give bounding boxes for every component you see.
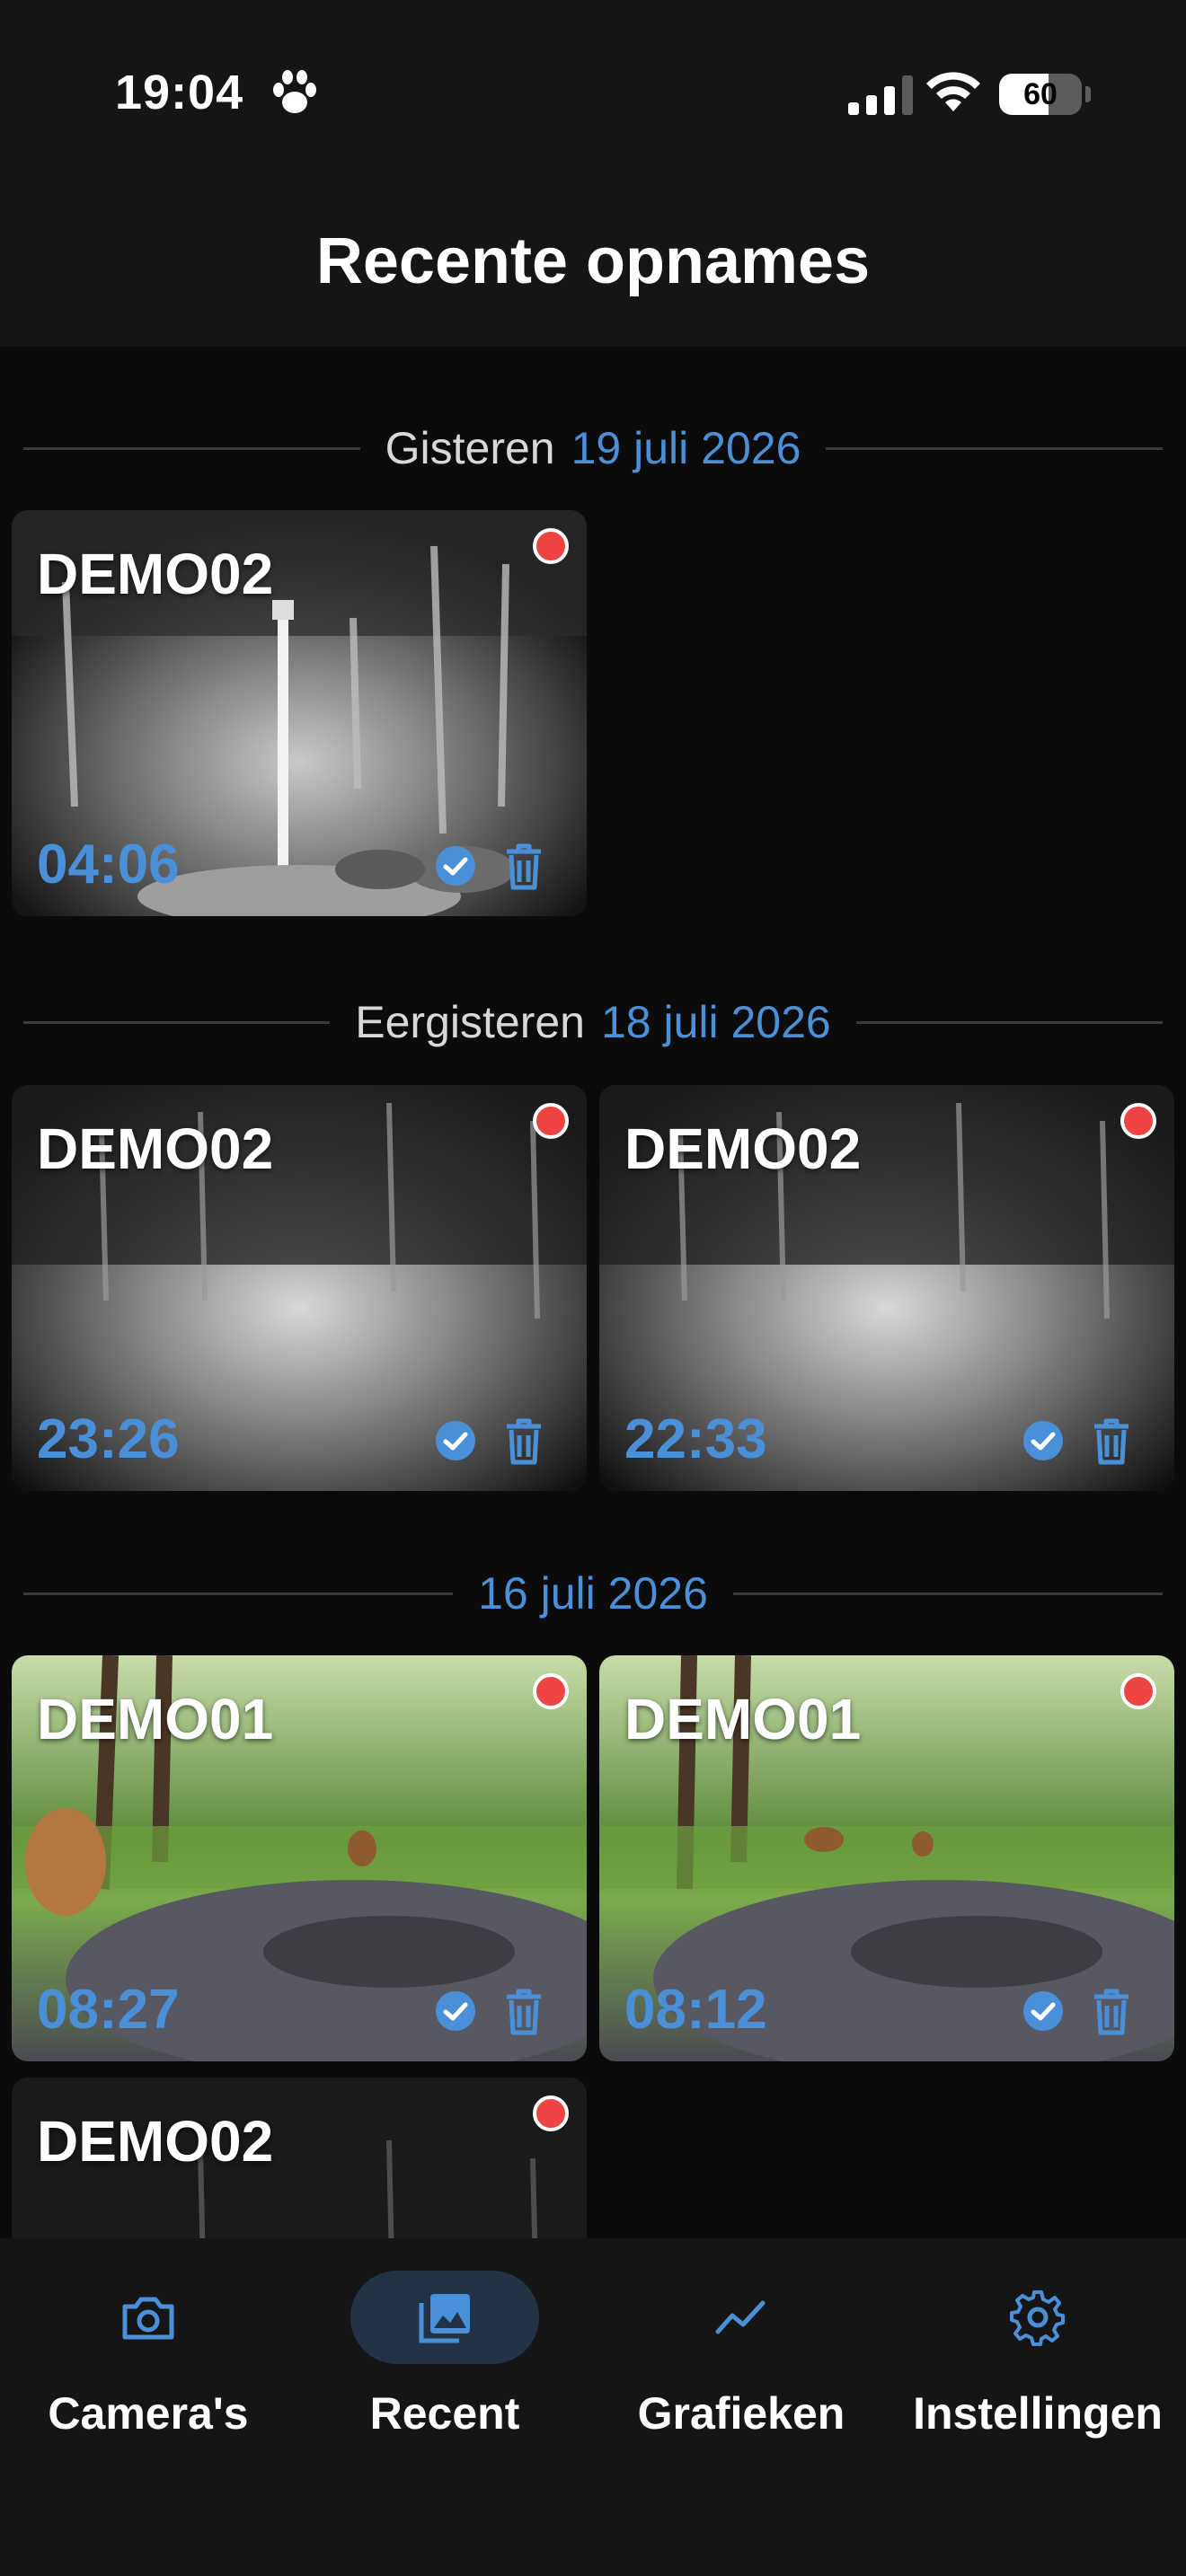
- trash-icon[interactable]: [1092, 1417, 1131, 1466]
- cellular-signal-icon: [848, 75, 913, 115]
- page-title: Recente opnames: [315, 225, 871, 297]
- status-dot: [1120, 1673, 1156, 1709]
- check-circle-icon[interactable]: [434, 1989, 477, 2033]
- status-dot: [533, 2095, 569, 2131]
- recording-card[interactable]: DEMO02 04:06: [12, 510, 587, 916]
- camera-name: DEMO02: [37, 542, 274, 606]
- camera-name: DEMO02: [37, 2109, 274, 2174]
- camera-name: DEMO02: [37, 1116, 274, 1181]
- section-header-gisteren: Gisteren 19 juli 2026: [23, 421, 1164, 475]
- status-dot: [1120, 1103, 1156, 1139]
- tab-cameras[interactable]: Camera's: [0, 2271, 296, 2450]
- recording-time: 23:26: [37, 1408, 180, 1470]
- battery-indicator: 60: [999, 74, 1082, 115]
- status-time: 19:04: [115, 66, 244, 119]
- section-header-eergisteren: Eergisteren 18 juli 2026: [23, 995, 1163, 1049]
- chart-line-icon: [715, 2300, 766, 2334]
- recording-card[interactable]: DEMO02 22:33: [599, 1085, 1174, 1491]
- tab-bar: Camera's Recent Grafieken Instellingen: [0, 2238, 1186, 2576]
- section-header-16-juli: 16 juli 2026: [23, 1566, 1164, 1620]
- paw-icon: [273, 70, 316, 113]
- tab-settings[interactable]: Instellingen: [890, 2271, 1186, 2450]
- camera-name: DEMO02: [624, 1116, 862, 1181]
- trash-icon[interactable]: [504, 1988, 544, 2036]
- camera-icon: [122, 2297, 174, 2340]
- camera-name: DEMO01: [37, 1687, 274, 1751]
- recording-time: 08:12: [624, 1979, 767, 2041]
- recording-time: 22:33: [624, 1408, 767, 1470]
- photos-icon: [419, 2294, 470, 2343]
- top-bar: 19:04 60 Recente opnames: [0, 0, 1186, 347]
- camera-name: DEMO01: [624, 1687, 862, 1751]
- recording-card[interactable]: DEMO02: [12, 2078, 587, 2238]
- trash-icon[interactable]: [504, 1417, 544, 1466]
- check-circle-icon[interactable]: [434, 1419, 477, 1462]
- check-circle-icon[interactable]: [434, 844, 477, 887]
- recording-time: 04:06: [37, 834, 180, 895]
- trash-icon[interactable]: [504, 842, 544, 891]
- recording-card[interactable]: DEMO01 08:12: [599, 1655, 1174, 2061]
- tab-charts[interactable]: Grafieken: [593, 2271, 890, 2450]
- check-circle-icon[interactable]: [1022, 1989, 1065, 2033]
- status-dot: [533, 528, 569, 564]
- trash-icon[interactable]: [1092, 1988, 1131, 2036]
- recording-time: 08:27: [37, 1979, 180, 2041]
- check-circle-icon[interactable]: [1022, 1419, 1065, 1462]
- wifi-icon: [926, 72, 980, 111]
- status-dot: [533, 1103, 569, 1139]
- recordings-list[interactable]: Gisteren 19 juli 2026 DEMO02 04:06 Eergi…: [0, 347, 1186, 2238]
- tab-recent[interactable]: Recent: [296, 2271, 593, 2450]
- status-dot: [533, 1673, 569, 1709]
- gear-icon: [1010, 2290, 1065, 2346]
- recording-card[interactable]: DEMO01 08:27: [12, 1655, 587, 2061]
- recording-card[interactable]: DEMO02 23:26: [12, 1085, 587, 1491]
